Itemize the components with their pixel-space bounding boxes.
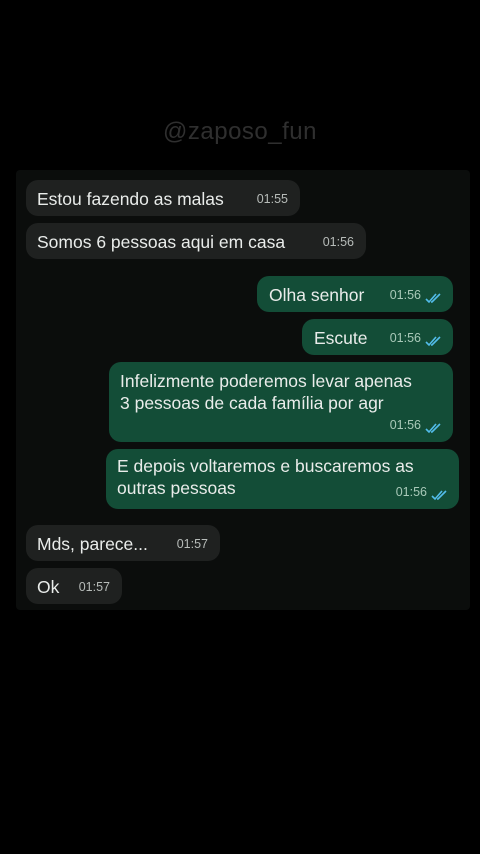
message-text: Ok: [37, 577, 60, 597]
double-check-read-icon: [425, 336, 443, 347]
message-text-line: 3 pessoas de cada família por agr: [120, 393, 384, 413]
message-text: Escute: [314, 328, 368, 348]
outgoing-message[interactable]: Infelizmente poderemos levar apenas 3 pe…: [109, 362, 453, 442]
incoming-message[interactable]: Ok 01:57: [26, 568, 122, 604]
outgoing-message[interactable]: Olha senhor 01:56: [257, 276, 453, 312]
message-time: 01:56: [322, 235, 354, 249]
message-text: Somos 6 pessoas aqui em casa: [37, 232, 286, 252]
message-text-line: E depois voltaremos e buscaremos as: [117, 456, 414, 476]
outgoing-message[interactable]: E depois voltaremos e buscaremos as outr…: [106, 449, 459, 509]
message-time: 01:56: [395, 485, 427, 499]
double-check-read-icon: [431, 490, 449, 501]
double-check-read-icon: [425, 423, 443, 434]
message-text: Olha senhor: [269, 285, 365, 305]
outgoing-message[interactable]: Escute 01:56: [302, 319, 453, 355]
double-check-read-icon: [425, 293, 443, 304]
message-time: 01:57: [78, 580, 110, 594]
message-time: 01:55: [256, 192, 288, 206]
incoming-message[interactable]: Estou fazendo as malas 01:55: [26, 180, 300, 216]
message-time: 01:56: [389, 288, 421, 302]
incoming-message[interactable]: Somos 6 pessoas aqui em casa 01:56: [26, 223, 366, 259]
message-time: 01:56: [389, 331, 421, 345]
message-time: 01:56: [389, 418, 421, 432]
watermark: @zaposo_fun: [163, 118, 317, 145]
message-text: Estou fazendo as malas: [37, 189, 224, 209]
message-text: Mds, parece...: [37, 534, 148, 554]
incoming-message[interactable]: Mds, parece... 01:57: [26, 525, 220, 561]
message-text-line: Infelizmente poderemos levar apenas: [120, 371, 412, 391]
message-time: 01:57: [176, 537, 208, 551]
